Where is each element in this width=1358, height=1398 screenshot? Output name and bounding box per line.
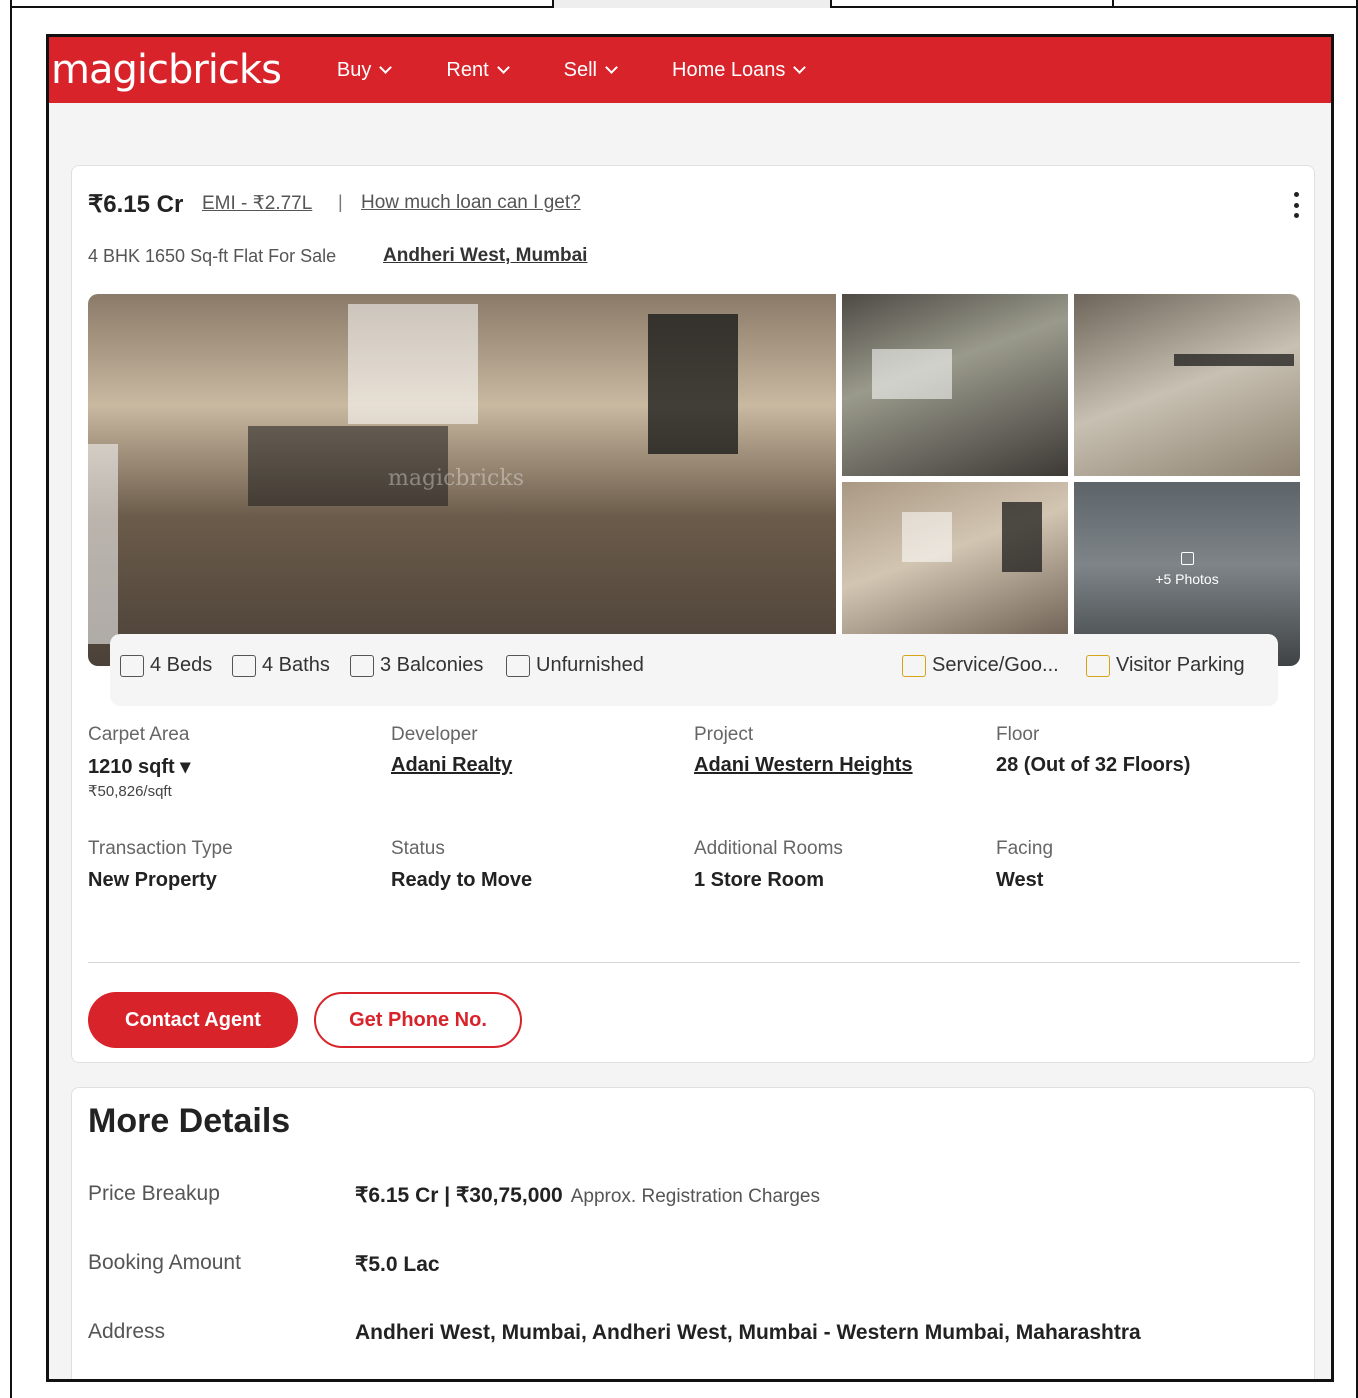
- property-price: ₹6.15 Cr: [88, 191, 184, 218]
- more-details-card: More Details Price Breakup ₹6.15 Cr | ₹3…: [71, 1087, 1315, 1379]
- thumbnail-photo-kitchen[interactable]: [842, 294, 1068, 476]
- furnishing-icon: [506, 654, 530, 677]
- photo-tv-detail: [1002, 502, 1042, 572]
- carpet-area-label: Carpet Area: [88, 724, 190, 745]
- amenity-visitor-parking: Visitor Parking: [1086, 654, 1245, 677]
- photo-gallery: magicbricks +5 Photos: [88, 294, 1300, 666]
- loan-eligibility-link[interactable]: How much loan can I get?: [361, 192, 581, 214]
- carpet-area-value[interactable]: 1210 sqft ▾: [88, 754, 190, 779]
- image-icon: [1180, 552, 1194, 565]
- nav-home-loans-label: Home Loans: [672, 58, 786, 81]
- booking-amount-value: ₹5.0 Lac: [355, 1253, 440, 1276]
- get-phone-button[interactable]: Get Phone No.: [314, 992, 522, 1048]
- chevron-down-icon: [379, 61, 393, 74]
- developer-label: Developer: [391, 724, 478, 745]
- magicbricks-logo[interactable]: magicbricks: [51, 47, 282, 93]
- nav-buy-label: Buy: [336, 58, 372, 81]
- photo-watermark: magicbricks: [388, 466, 524, 491]
- amenity-beds: 4 Beds: [120, 654, 212, 677]
- bath-icon: [232, 654, 256, 677]
- nav-sell[interactable]: Sell: [563, 58, 618, 82]
- floor-value: 28 (Out of 32 Floors): [996, 754, 1191, 776]
- separator: |: [338, 192, 343, 212]
- address-value: Andheri West, Mumbai, Andheri West, Mumb…: [355, 1321, 1141, 1344]
- property-location-link[interactable]: Andheri West, Mumbai: [383, 245, 587, 267]
- browser-tab-divider: [1112, 0, 1114, 8]
- amenity-label: 4 Beds: [150, 654, 213, 676]
- nav-rent[interactable]: Rent: [446, 58, 510, 82]
- amenities-bar: 4 Beds 4 Baths 3 Balconies Unfurnished S…: [110, 634, 1278, 706]
- photo-window-detail: [902, 512, 952, 562]
- developer-link[interactable]: Adani Realty: [391, 754, 512, 777]
- floor-label: Floor: [996, 724, 1040, 745]
- nav-rent-label: Rent: [446, 58, 489, 81]
- property-subtitle: 4 BHK 1650 Sq-ft Flat For Sale: [88, 246, 337, 266]
- nav-sell-label: Sell: [563, 58, 597, 81]
- balcony-icon: [350, 654, 374, 677]
- facing-label: Facing: [996, 838, 1054, 859]
- chevron-down-icon: [793, 61, 807, 74]
- more-photos-overlay[interactable]: +5 Photos: [1074, 552, 1300, 587]
- amenity-label: 3 Balconies: [380, 654, 484, 676]
- status-value: Ready to Move: [391, 869, 533, 891]
- chevron-down-icon: [496, 61, 510, 74]
- additional-rooms-label: Additional Rooms: [694, 838, 843, 859]
- contact-agent-button[interactable]: Contact Agent: [88, 992, 298, 1048]
- photo-counter-detail: [1174, 354, 1294, 366]
- main-photo[interactable]: magicbricks: [88, 294, 836, 666]
- amenity-label: Service/Goo...: [932, 654, 1059, 676]
- project-label: Project: [694, 724, 754, 745]
- more-options-icon[interactable]: [1294, 192, 1300, 218]
- amenity-balconies: 3 Balconies: [350, 654, 483, 677]
- price-per-sqft: ₹50,826/sqft: [88, 783, 172, 800]
- section-divider: [88, 962, 1300, 963]
- photo-sofa-detail: [88, 444, 118, 644]
- address-label: Address: [88, 1320, 166, 1343]
- chevron-down-icon: [605, 61, 618, 74]
- price-breakup-amount: ₹6.15 Cr | ₹30,75,000: [355, 1184, 563, 1207]
- registration-charges-note: Approx. Registration Charges: [570, 1186, 820, 1207]
- amenity-label: Unfurnished: [536, 654, 644, 676]
- status-label: Status: [391, 838, 445, 859]
- more-photos-label: +5 Photos: [1155, 571, 1219, 587]
- project-link[interactable]: Adani Western Heights: [694, 754, 913, 777]
- bed-icon: [120, 654, 144, 677]
- photo-window-detail: [872, 349, 952, 399]
- amenity-service-lift: Service/Goo...: [902, 654, 1059, 677]
- photo-window-detail: [348, 304, 478, 424]
- amenity-label: Visitor Parking: [1116, 654, 1245, 676]
- booking-amount-label: Booking Amount: [88, 1251, 241, 1274]
- browser-viewport: magicbricks Buy Rent Sell Home Loans ₹6.…: [46, 34, 1334, 1382]
- service-lift-icon: [902, 654, 926, 677]
- amenity-furnishing: Unfurnished: [506, 654, 644, 677]
- price-breakup-value: ₹6.15 Cr | ₹30,75,000 Approx. Registratio…: [355, 1183, 820, 1208]
- parking-icon: [1086, 654, 1110, 677]
- facing-value: West: [996, 869, 1044, 891]
- price-breakup-label: Price Breakup: [88, 1182, 220, 1205]
- emi-link[interactable]: EMI - ₹2.77L: [202, 192, 312, 215]
- top-nav-bar: magicbricks Buy Rent Sell Home Loans: [49, 37, 1331, 103]
- amenity-label: 4 Baths: [262, 654, 330, 676]
- property-card: ₹6.15 Cr EMI - ₹2.77L | How much loan ca…: [71, 165, 1315, 1063]
- more-details-title: More Details: [88, 1102, 291, 1140]
- additional-rooms-value: 1 Store Room: [694, 869, 825, 891]
- transaction-type-label: Transaction Type: [88, 838, 233, 859]
- browser-tab[interactable]: [552, 0, 832, 8]
- amenity-baths: 4 Baths: [232, 654, 330, 677]
- photo-tv-detail: [648, 314, 738, 454]
- top-tab-strip: [10, 0, 1358, 8]
- transaction-type-value: New Property: [88, 869, 217, 891]
- nav-buy[interactable]: Buy: [336, 58, 393, 82]
- thumbnail-photo-room[interactable]: [1074, 294, 1300, 476]
- nav-home-loans[interactable]: Home Loans: [672, 58, 807, 82]
